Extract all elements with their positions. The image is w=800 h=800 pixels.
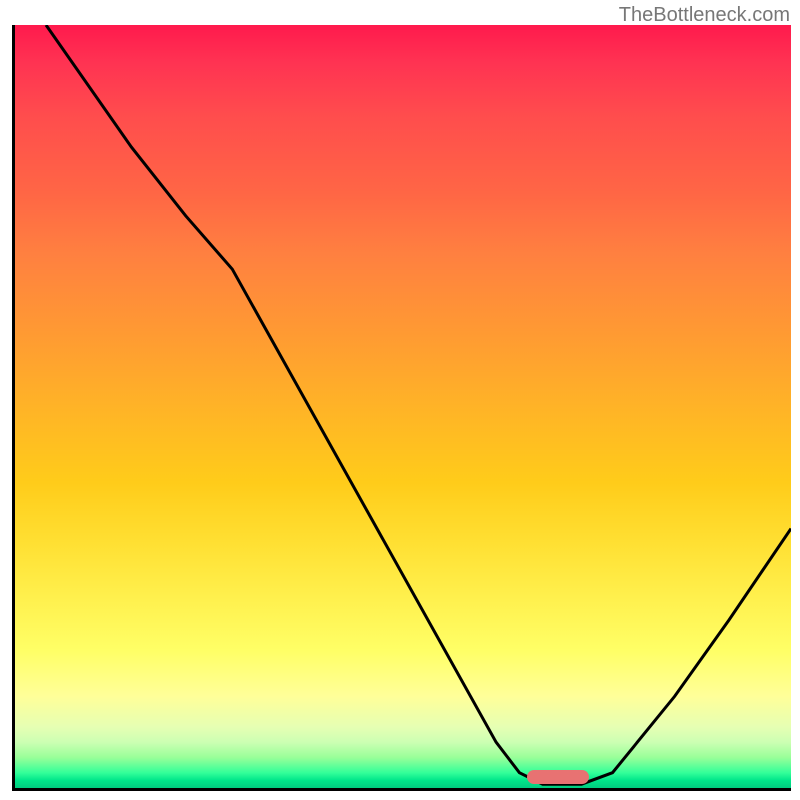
chart-plot-area	[12, 25, 791, 791]
optimal-range-marker	[527, 770, 589, 784]
watermark-text: TheBottleneck.com	[619, 4, 790, 27]
bottleneck-curve	[15, 25, 791, 788]
